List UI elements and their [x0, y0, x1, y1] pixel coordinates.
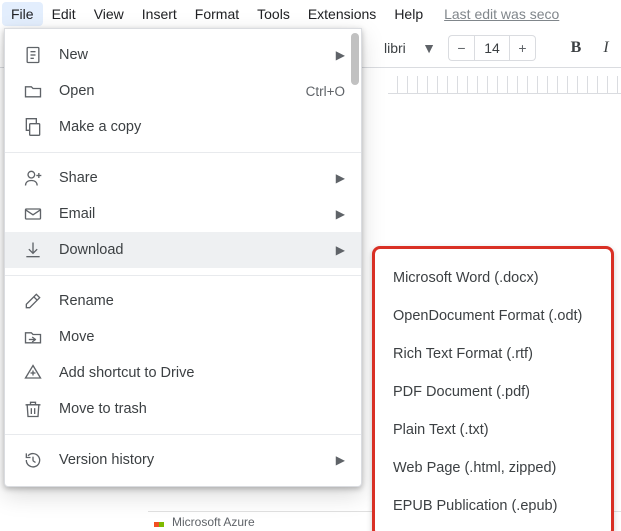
submenu-arrow-icon: ▶ — [336, 207, 345, 221]
download-icon — [23, 240, 43, 260]
copy-icon — [23, 117, 43, 137]
trash-icon — [23, 399, 43, 419]
footer-azure-label: Microsoft Azure — [172, 515, 255, 529]
submenu-arrow-icon: ▶ — [336, 48, 345, 62]
font-family-select[interactable]: libri ▼ — [378, 34, 442, 62]
file-menu-download[interactable]: Download ▶ — [5, 232, 361, 268]
menu-file[interactable]: File — [2, 2, 43, 26]
person-plus-icon — [23, 168, 43, 188]
download-option-docx[interactable]: Microsoft Word (.docx) — [375, 259, 611, 297]
drive-plus-icon — [23, 363, 43, 383]
menu-extensions[interactable]: Extensions — [299, 2, 385, 26]
menu-item-shortcut: Ctrl+O — [306, 84, 345, 99]
menu-item-label: Move — [59, 329, 345, 345]
menu-item-label: Add shortcut to Drive — [59, 365, 345, 381]
font-size-stepper: − 14 + — [448, 34, 536, 62]
download-option-epub[interactable]: EPUB Publication (.epub) — [375, 487, 611, 525]
menu-item-label: Version history — [59, 452, 320, 468]
file-menu-dropdown: New ▶ Open Ctrl+O Make a copy Share ▶ Em… — [4, 28, 362, 487]
file-menu-share[interactable]: Share ▶ — [5, 160, 361, 196]
menubar: File Edit View Insert Format Tools Exten… — [0, 0, 621, 28]
download-option-rtf[interactable]: Rich Text Format (.rtf) — [375, 335, 611, 373]
doc-plus-icon — [23, 45, 43, 65]
menu-edit[interactable]: Edit — [43, 2, 85, 26]
menu-view[interactable]: View — [85, 2, 133, 26]
file-menu-rename[interactable]: Rename — [5, 283, 361, 319]
font-size-decrease-button[interactable]: − — [448, 35, 474, 61]
menu-item-label: Share — [59, 170, 320, 186]
rename-icon — [23, 291, 43, 311]
submenu-arrow-icon: ▶ — [336, 243, 345, 257]
menu-format[interactable]: Format — [186, 2, 248, 26]
menu-item-label: New — [59, 47, 320, 63]
download-option-pdf[interactable]: PDF Document (.pdf) — [375, 373, 611, 411]
caret-down-icon: ▼ — [422, 40, 436, 56]
file-menu-make-copy[interactable]: Make a copy — [5, 109, 361, 145]
mail-icon — [23, 204, 43, 224]
menu-separator — [5, 152, 361, 153]
file-menu-add-shortcut[interactable]: Add shortcut to Drive — [5, 355, 361, 391]
download-option-odt[interactable]: OpenDocument Format (.odt) — [375, 297, 611, 335]
menu-item-label: Make a copy — [59, 119, 345, 135]
file-menu-trash[interactable]: Move to trash — [5, 391, 361, 427]
download-option-txt[interactable]: Plain Text (.txt) — [375, 411, 611, 449]
dropdown-scrollbar[interactable] — [349, 29, 361, 486]
file-menu-email[interactable]: Email ▶ — [5, 196, 361, 232]
menu-tools[interactable]: Tools — [248, 2, 299, 26]
menu-item-label: Rename — [59, 293, 345, 309]
history-icon — [23, 450, 43, 470]
azure-logo-icon — [154, 516, 166, 528]
submenu-arrow-icon: ▶ — [336, 171, 345, 185]
font-size-increase-button[interactable]: + — [510, 35, 536, 61]
submenu-arrow-icon: ▶ — [336, 453, 345, 467]
menu-insert[interactable]: Insert — [133, 2, 186, 26]
menu-item-label: Email — [59, 206, 320, 222]
download-submenu: Microsoft Word (.docx) OpenDocument Form… — [372, 246, 614, 531]
file-menu-version-history[interactable]: Version history ▶ — [5, 442, 361, 478]
menu-help[interactable]: Help — [385, 2, 432, 26]
font-family-label: libri — [384, 40, 406, 56]
last-edit-link[interactable]: Last edit was seco — [444, 6, 559, 22]
italic-button[interactable]: I — [592, 34, 620, 62]
folder-icon — [23, 81, 43, 101]
file-menu-move[interactable]: Move — [5, 319, 361, 355]
menu-item-label: Open — [59, 83, 290, 99]
menu-item-label: Move to trash — [59, 401, 345, 417]
ruler — [388, 76, 621, 94]
font-size-value[interactable]: 14 — [474, 35, 510, 61]
menu-separator — [5, 434, 361, 435]
bold-button[interactable]: B — [562, 34, 590, 62]
menu-item-label: Download — [59, 242, 320, 258]
move-icon — [23, 327, 43, 347]
file-menu-open[interactable]: Open Ctrl+O — [5, 73, 361, 109]
file-menu-new[interactable]: New ▶ — [5, 37, 361, 73]
menu-separator — [5, 275, 361, 276]
download-option-html[interactable]: Web Page (.html, zipped) — [375, 449, 611, 487]
